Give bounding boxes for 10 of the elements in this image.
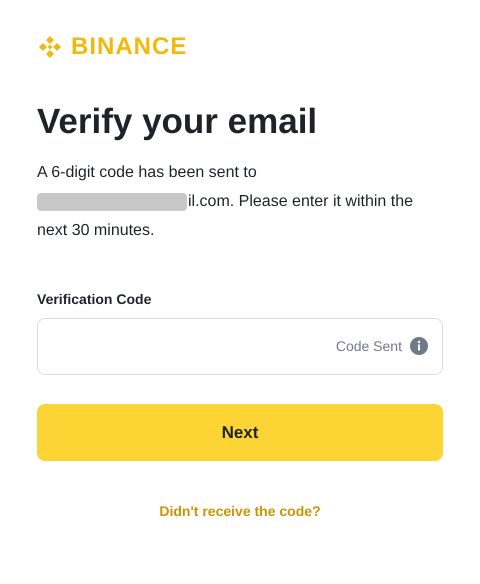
instruction-text: A 6-digit code has been sent to il.com. Please enter it within the next 30 minutes.	[37, 162, 414, 241]
info-icon[interactable]	[410, 337, 428, 356]
page-title: Verify your email	[37, 101, 318, 143]
verification-code-field[interactable]: Code Sent	[37, 318, 443, 375]
logo-icon	[37, 34, 63, 60]
code-sent-text: Code Sent	[336, 336, 402, 356]
logo-text: BINANCE	[71, 35, 188, 59]
resend-code-link[interactable]: Didn't receive the code?	[159, 500, 321, 522]
next-button[interactable]: Next	[37, 404, 443, 461]
field-label: Verification Code	[37, 290, 152, 309]
